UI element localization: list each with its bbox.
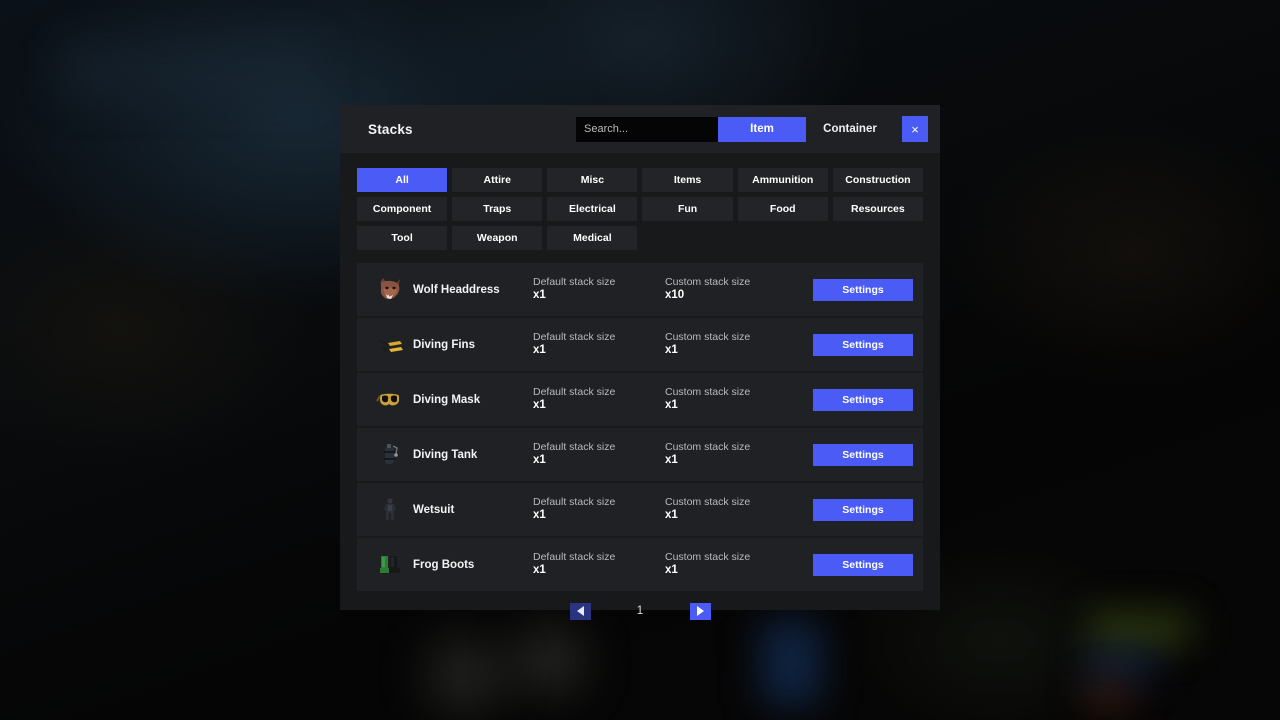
frog-boots-icon	[375, 550, 405, 580]
category-tool[interactable]: Tool	[357, 226, 448, 250]
default-stack-column: Default stack size x1	[533, 496, 665, 522]
item-name: Diving Fins	[413, 338, 475, 351]
category-electrical[interactable]: Electrical	[547, 197, 638, 221]
default-stack-label: Default stack size	[533, 496, 616, 509]
custom-stack-column: Custom stack size x1	[665, 386, 797, 412]
page-title: Stacks	[368, 121, 413, 137]
table-row[interactable]: Diving Mask Default stack size x1 Custom…	[357, 373, 923, 426]
custom-stack-label: Custom stack size	[665, 331, 751, 344]
default-stack-label: Default stack size	[533, 441, 616, 454]
item-list: Wolf Headdress Default stack size x1 Cus…	[340, 260, 940, 591]
table-row[interactable]: Diving Fins Default stack size x1 Custom…	[357, 318, 923, 371]
pagination: 1	[340, 591, 940, 631]
item-name: Frog Boots	[413, 558, 475, 571]
custom-stack-value: x1	[665, 509, 678, 522]
wetsuit-icon	[375, 495, 405, 525]
background-hud-green	[1090, 612, 1190, 646]
settings-button[interactable]: Settings	[813, 498, 913, 521]
category-resources[interactable]: Resources	[832, 197, 923, 221]
chevron-left-icon	[576, 606, 584, 616]
background-hud-orange	[1085, 682, 1133, 712]
next-page-button[interactable]	[689, 602, 711, 620]
default-stack-column: Default stack size x1	[533, 441, 665, 467]
diving-tank-icon	[375, 440, 405, 470]
settings-button[interactable]: Settings	[813, 443, 913, 466]
item-name: Diving Tank	[413, 448, 478, 461]
category-fun[interactable]: Fun	[642, 197, 733, 221]
background-smoke-top	[60, 40, 320, 100]
settings-button[interactable]: Settings	[813, 388, 913, 411]
category-component[interactable]: Component	[357, 197, 448, 221]
custom-stack-value: x1	[665, 454, 678, 467]
custom-stack-value: x1	[665, 564, 678, 577]
default-stack-label: Default stack size	[533, 331, 616, 344]
custom-stack-value: x10	[665, 289, 685, 302]
category-all[interactable]: All	[357, 168, 448, 192]
category-weapon[interactable]: Weapon	[452, 226, 543, 250]
tab-container[interactable]: Container	[806, 117, 894, 142]
item-name: Wolf Headdress	[413, 283, 500, 296]
category-ammunition[interactable]: Ammunition	[737, 168, 828, 192]
background-hud-blue	[1085, 648, 1157, 682]
table-row[interactable]: Wetsuit Default stack size x1 Custom sta…	[357, 483, 923, 536]
category-medical[interactable]: Medical	[547, 226, 638, 250]
dialog-header: Stacks Item Container ×	[340, 105, 940, 153]
category-items[interactable]: Items	[642, 168, 733, 192]
default-stack-label: Default stack size	[533, 276, 616, 289]
default-stack-value: x1	[533, 564, 546, 577]
previous-page-button[interactable]	[569, 602, 591, 620]
custom-stack-label: Custom stack size	[665, 386, 751, 399]
table-row[interactable]: Diving Tank Default stack size x1 Custom…	[357, 428, 923, 481]
default-stack-value: x1	[533, 509, 546, 522]
default-stack-value: x1	[533, 344, 546, 357]
custom-stack-value: x1	[665, 399, 678, 412]
background-glow-mid	[520, 630, 580, 690]
default-stack-column: Default stack size x1	[533, 276, 665, 302]
custom-stack-column: Custom stack size x1	[665, 551, 797, 577]
default-stack-value: x1	[533, 289, 546, 302]
default-stack-column: Default stack size x1	[533, 386, 665, 412]
custom-stack-column: Custom stack size x1	[665, 441, 797, 467]
settings-button[interactable]: Settings	[813, 333, 913, 356]
item-name: Wetsuit	[413, 503, 455, 516]
stacks-dialog: Stacks Item Container × All Attire Misc …	[340, 105, 940, 620]
category-food[interactable]: Food	[737, 197, 828, 221]
background-glow-left	[430, 640, 500, 710]
custom-stack-column: Custom stack size x1	[665, 331, 797, 357]
background-blue-panel	[760, 620, 822, 705]
custom-stack-value: x1	[665, 344, 678, 357]
category-filter-grid: All Attire Misc Items Ammunition Constru…	[340, 153, 940, 260]
custom-stack-label: Custom stack size	[665, 276, 751, 289]
diving-fins-icon	[375, 330, 405, 360]
custom-stack-column: Custom stack size x1	[665, 496, 797, 522]
wolf-headdress-icon	[375, 275, 405, 305]
category-misc[interactable]: Misc	[547, 168, 638, 192]
close-button[interactable]: ×	[902, 116, 928, 142]
category-traps[interactable]: Traps	[452, 197, 543, 221]
header-controls: Item Container ×	[576, 116, 928, 142]
default-stack-column: Default stack size x1	[533, 331, 665, 357]
custom-stack-label: Custom stack size	[665, 496, 751, 509]
custom-stack-label: Custom stack size	[665, 551, 751, 564]
table-row[interactable]: Wolf Headdress Default stack size x1 Cus…	[357, 263, 923, 316]
chevron-right-icon	[696, 606, 704, 616]
table-row[interactable]: Frog Boots Default stack size x1 Custom …	[357, 538, 923, 591]
default-stack-label: Default stack size	[533, 551, 616, 564]
default-stack-value: x1	[533, 454, 546, 467]
item-name: Diving Mask	[413, 393, 481, 406]
page-number: 1	[636, 605, 644, 617]
diving-mask-icon	[375, 385, 405, 415]
search-input[interactable]	[576, 116, 718, 142]
default-stack-column: Default stack size x1	[533, 551, 665, 577]
default-stack-label: Default stack size	[533, 386, 616, 399]
tab-item[interactable]: Item	[718, 116, 806, 142]
custom-stack-label: Custom stack size	[665, 441, 751, 454]
category-attire[interactable]: Attire	[452, 168, 543, 192]
custom-stack-column: Custom stack size x10	[665, 276, 797, 302]
category-construction[interactable]: Construction	[832, 168, 923, 192]
settings-button[interactable]: Settings	[813, 553, 913, 576]
settings-button[interactable]: Settings	[813, 278, 913, 301]
default-stack-value: x1	[533, 399, 546, 412]
